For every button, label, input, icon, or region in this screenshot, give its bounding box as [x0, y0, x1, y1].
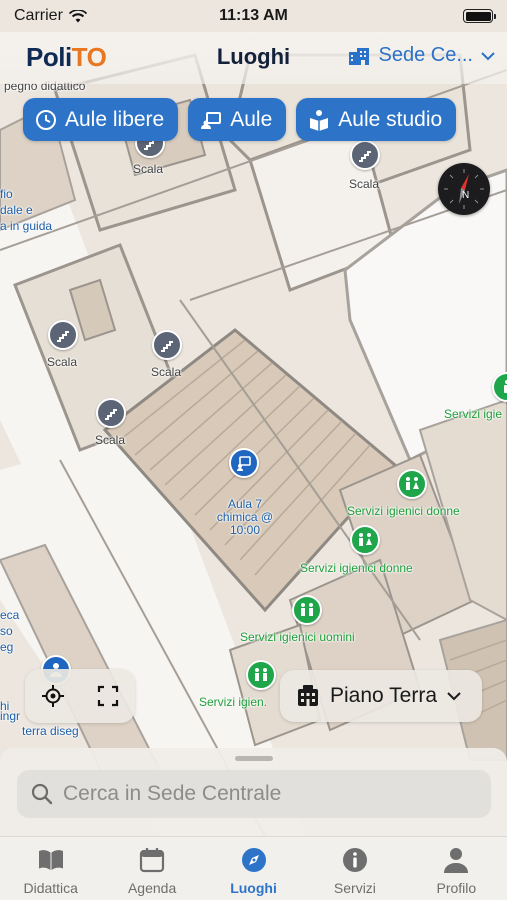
floor-selector[interactable]: Piano Terra: [280, 670, 482, 722]
tab-label: Didattica: [23, 880, 78, 896]
map-label-servizi: Servizi igie: [444, 407, 503, 421]
toilet-icon: [504, 380, 507, 393]
filter-label: Aule studio: [338, 107, 443, 131]
search-bar[interactable]: [17, 770, 491, 818]
campus-selector[interactable]: Sede Ce...: [348, 44, 495, 67]
search-icon: [31, 783, 53, 805]
chevron-down-icon: [481, 51, 495, 60]
filter-chips: Aule libere Aule Aule studio: [23, 98, 457, 141]
toilet-women-poi[interactable]: [397, 469, 427, 499]
filter-study-rooms[interactable]: Aule studio: [296, 98, 457, 141]
tab-label: Agenda: [127, 880, 177, 896]
compass-button[interactable]: N: [438, 163, 490, 215]
filter-label: Aule: [230, 107, 273, 131]
campus-label: Sede Ce...: [378, 44, 473, 66]
map-label-servizi: Servizi igienici donne: [347, 504, 460, 518]
stairs-icon: [161, 341, 173, 352]
battery-icon: [463, 9, 496, 23]
map-label-aula7: Aula 7 chimica @ 10:00: [205, 485, 285, 537]
clock-icon: [36, 109, 56, 130]
map-label-scala: Scala: [95, 433, 126, 447]
calendar-icon: [140, 848, 165, 873]
compass-icon: [241, 848, 266, 872]
info-icon: [342, 848, 367, 872]
stairs-icon: [359, 151, 371, 162]
status-bar: Carrier 11:13 AM: [0, 0, 507, 32]
tab-label: Profilo: [436, 880, 477, 896]
person-icon: [444, 848, 469, 873]
tab-agenda[interactable]: Agenda: [101, 837, 202, 900]
map-label-scala: Scala: [133, 162, 164, 176]
map-controls: [25, 669, 135, 723]
filter-classrooms[interactable]: Aule: [188, 98, 287, 141]
stairs-icon: [105, 409, 117, 420]
tab-servizi[interactable]: Servizi: [304, 837, 405, 900]
map-label-servizi: Servizi igienici uomini: [240, 630, 355, 644]
tab-profilo[interactable]: Profilo: [406, 837, 507, 900]
toilet-poi[interactable]: [246, 660, 276, 690]
aula7-label: Aula 7 chimica @ 10:00: [216, 497, 274, 537]
nav-header: PoliTO Luoghi Sede Ce...: [0, 32, 507, 84]
tab-didattica[interactable]: Didattica: [0, 837, 101, 900]
toilet-women-icon: [359, 533, 372, 546]
carrier-label: Carrier: [14, 7, 63, 24]
chevron-down-icon: [447, 692, 461, 701]
map-label-servizi: Servizi igien.: [199, 695, 268, 709]
clock: 11:13 AM: [219, 7, 288, 24]
tab-label: Luoghi: [230, 880, 277, 896]
search-input[interactable]: [63, 782, 463, 806]
toilet-icon: [255, 668, 267, 681]
classroom-icon: [201, 111, 222, 129]
tab-bar: Didattica Agenda Luoghi Servizi Profilo: [0, 836, 507, 900]
toilet-men-icon: [301, 603, 313, 616]
stairs-poi[interactable]: [152, 330, 182, 360]
fullscreen-icon[interactable]: [96, 684, 120, 708]
map-label-terra-diseg: terra diseg: [22, 724, 79, 738]
map-label-left: dale e: [0, 203, 33, 217]
map-label-left: fio: [0, 187, 13, 201]
map-label-scala: Scala: [47, 355, 78, 369]
tab-luoghi[interactable]: Luoghi: [203, 837, 304, 900]
stairs-poi[interactable]: [350, 140, 380, 170]
toilet-men-poi[interactable]: [292, 595, 322, 625]
book-icon: [38, 850, 63, 870]
map-label-left: so: [0, 624, 13, 638]
toilet-women-poi[interactable]: [350, 525, 380, 555]
sheet-grabber[interactable]: [235, 756, 273, 761]
map-label-scala: Scala: [151, 365, 182, 379]
map-label-left: eg: [0, 640, 14, 654]
classroom-icon: [237, 456, 251, 471]
map-label-left: ingr: [0, 709, 21, 723]
stairs-poi[interactable]: [48, 320, 78, 350]
building-floors-icon: [298, 685, 318, 706]
tab-label: Servizi: [333, 880, 376, 896]
buildings-icon: [349, 47, 370, 65]
map-label-servizi: Servizi igienici donne: [300, 561, 413, 575]
stairs-icon: [57, 331, 69, 342]
filter-free-classrooms[interactable]: Aule libere: [23, 98, 179, 141]
compass-icon: N: [444, 169, 484, 209]
map-label-scala: Scala: [349, 177, 380, 191]
bottom-sheet[interactable]: [0, 748, 507, 836]
map-label-left: a in guida: [0, 219, 53, 233]
classroom-poi[interactable]: [229, 448, 259, 478]
filter-label: Aule libere: [65, 107, 165, 131]
locate-icon[interactable]: [41, 684, 65, 708]
stairs-poi[interactable]: [96, 398, 126, 428]
svg-text:N: N: [462, 190, 469, 201]
floor-label: Piano Terra: [330, 684, 438, 707]
wifi-icon: [68, 9, 87, 22]
map-label-left: eca: [0, 608, 20, 622]
toilet-women-icon: [406, 477, 419, 490]
study-room-icon: [310, 109, 329, 131]
